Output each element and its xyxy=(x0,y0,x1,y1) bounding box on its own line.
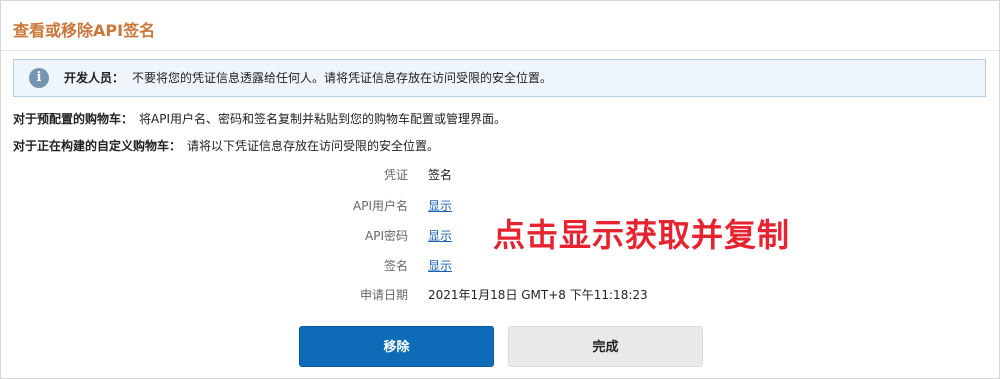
remove-button[interactable]: 移除 xyxy=(299,326,494,367)
show-api-password-link[interactable]: 显示 xyxy=(428,228,452,244)
show-signature-link[interactable]: 显示 xyxy=(428,258,452,274)
alert-message: 开发人员： 不要将您的凭证信息透露给任何人。请将凭证信息存放在访问受限的安全位置。 xyxy=(64,70,552,86)
instruction-text: 请将以下凭证信息存放在访问受限的安全位置。 xyxy=(187,139,440,153)
instruction-preconfigured-cart: 对于预配置的购物车： 将API用户名、密码和签名复制并粘贴到您的购物车配置或管理界… xyxy=(13,111,506,127)
api-signature-panel: 查看或移除API签名 i 开发人员： 不要将您的凭证信息透露给任何人。请将凭证信息… xyxy=(0,0,1000,379)
alert-text: 不要将您的凭证信息透露给任何人。请将凭证信息存放在访问受限的安全位置。 xyxy=(132,71,553,85)
credential-header-label: 凭证 xyxy=(383,168,408,182)
instruction-custom-cart: 对于正在构建的自定义购物车： 请将以下凭证信息存放在访问受限的安全位置。 xyxy=(13,138,439,154)
signature-label: 签名 xyxy=(383,259,408,273)
show-api-username-link[interactable]: 显示 xyxy=(428,198,452,214)
done-button[interactable]: 完成 xyxy=(508,326,703,367)
request-date-label: 申请日期 xyxy=(359,288,408,302)
request-date-value: 2021年1月18日 GMT+8 下午11:18:23 xyxy=(428,288,648,302)
api-username-label: API用户名 xyxy=(353,199,408,213)
alert-lead: 开发人员： xyxy=(64,71,125,85)
instruction-lead: 对于预配置的购物车： xyxy=(13,112,134,126)
title-divider xyxy=(1,50,999,51)
info-icon: i xyxy=(29,68,49,88)
instruction-text: 将API用户名、密码和签名复制并粘贴到您的购物车配置或管理界面。 xyxy=(139,112,507,126)
annotation-overlay: 点击显示获取并复制 xyxy=(493,216,791,254)
instruction-lead: 对于正在构建的自定义购物车： xyxy=(13,139,182,153)
developer-alert: i 开发人员： 不要将您的凭证信息透露给任何人。请将凭证信息存放在访问受限的安全位… xyxy=(13,59,986,97)
credential-header-value: 签名 xyxy=(428,168,453,182)
api-password-label: API密码 xyxy=(365,229,408,243)
page-title: 查看或移除API签名 xyxy=(13,21,156,40)
